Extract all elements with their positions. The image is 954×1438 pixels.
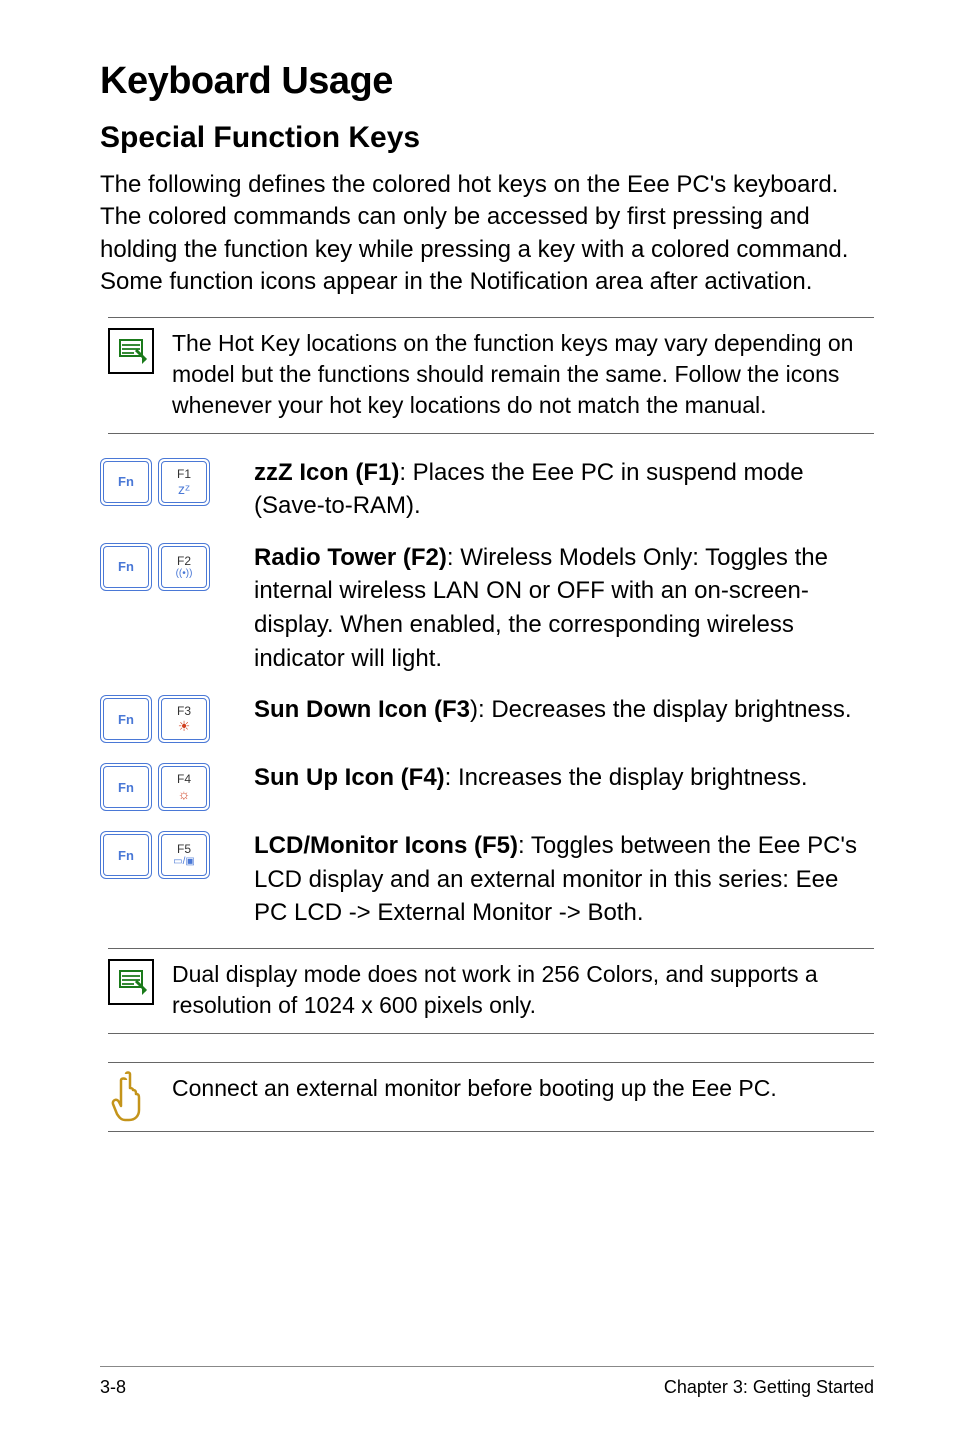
page-footer: 3-8 Chapter 3: Getting Started: [100, 1366, 874, 1398]
fn-row-f4: Fn F4 ☼ Sun Up Icon (F4): Increases the …: [100, 761, 874, 811]
note-block-hotkey-locations: The Hot Key locations on the function ke…: [108, 317, 874, 434]
f4-label: F4: [177, 773, 191, 785]
f4-description: Sun Up Icon (F4): Increases the display …: [254, 761, 808, 795]
f3-desc-text: ): Decreases the display brightness.: [470, 696, 852, 723]
f4-desc-text: : Increases the display brightness.: [445, 764, 808, 791]
f4-key: F4 ☼: [161, 766, 207, 808]
key-combo-f1: Fn F1 zᶻ: [100, 458, 230, 506]
note-icon: [108, 328, 154, 374]
fn-key: Fn: [103, 461, 149, 503]
page-title: Keyboard Usage: [100, 60, 874, 103]
note-block-external-monitor: Connect an external monitor before booti…: [108, 1062, 874, 1132]
f3-lead: Sun Down Icon (F3: [254, 696, 470, 723]
note-icon: [108, 959, 154, 1005]
f2-label: F2: [177, 555, 191, 567]
f3-label: F3: [177, 705, 191, 717]
f3-key: F3 ☀: [161, 698, 207, 740]
zzz-icon: zᶻ: [178, 482, 190, 496]
note-block-dual-display: Dual display mode does not work in 256 C…: [108, 948, 874, 1034]
chapter-label: Chapter 3: Getting Started: [664, 1377, 874, 1398]
sun-up-icon: ☼: [178, 787, 191, 801]
f5-lead: LCD/Monitor Icons (F5): [254, 832, 518, 859]
note-text: Connect an external monitor before booti…: [172, 1073, 777, 1104]
lcd-monitor-icon: ▭/▣: [173, 857, 195, 867]
section-heading: Special Function Keys: [100, 121, 874, 155]
intro-paragraph: The following defines the colored hot ke…: [100, 169, 874, 299]
page-number: 3-8: [100, 1377, 126, 1398]
fn-row-f1: Fn F1 zᶻ zzZ Icon (F1): Places the Eee P…: [100, 456, 874, 523]
f5-label: F5: [177, 843, 191, 855]
key-combo-f5: Fn F5 ▭/▣: [100, 831, 230, 879]
f3-description: Sun Down Icon (F3): Decreases the displa…: [254, 693, 852, 727]
sun-down-icon: ☀: [178, 719, 191, 733]
fn-row-f5: Fn F5 ▭/▣ LCD/Monitor Icons (F5): Toggle…: [100, 829, 874, 930]
note-text: The Hot Key locations on the function ke…: [172, 328, 874, 421]
f1-description: zzZ Icon (F1): Places the Eee PC in susp…: [254, 456, 874, 523]
hand-icon: [108, 1073, 154, 1119]
f2-lead: Radio Tower (F2): [254, 544, 447, 571]
fn-key: Fn: [103, 834, 149, 876]
radio-tower-icon: ((•)): [176, 569, 193, 579]
f2-key: F2 ((•)): [161, 546, 207, 588]
f5-description: LCD/Monitor Icons (F5): Toggles between …: [254, 829, 874, 930]
key-combo-f3: Fn F3 ☀: [100, 695, 230, 743]
f1-label: F1: [177, 468, 191, 480]
fn-row-f3: Fn F3 ☀ Sun Down Icon (F3): Decreases th…: [100, 693, 874, 743]
f5-key: F5 ▭/▣: [161, 834, 207, 876]
f2-description: Radio Tower (F2): Wireless Models Only: …: [254, 541, 874, 675]
fn-key: Fn: [103, 546, 149, 588]
f1-key: F1 zᶻ: [161, 461, 207, 503]
note-text: Dual display mode does not work in 256 C…: [172, 959, 874, 1021]
key-combo-f2: Fn F2 ((•)): [100, 543, 230, 591]
f4-lead: Sun Up Icon (F4): [254, 764, 445, 791]
key-combo-f4: Fn F4 ☼: [100, 763, 230, 811]
fn-row-f2: Fn F2 ((•)) Radio Tower (F2): Wireless M…: [100, 541, 874, 675]
f1-lead: zzZ Icon (F1): [254, 459, 399, 486]
fn-key: Fn: [103, 766, 149, 808]
fn-key: Fn: [103, 698, 149, 740]
